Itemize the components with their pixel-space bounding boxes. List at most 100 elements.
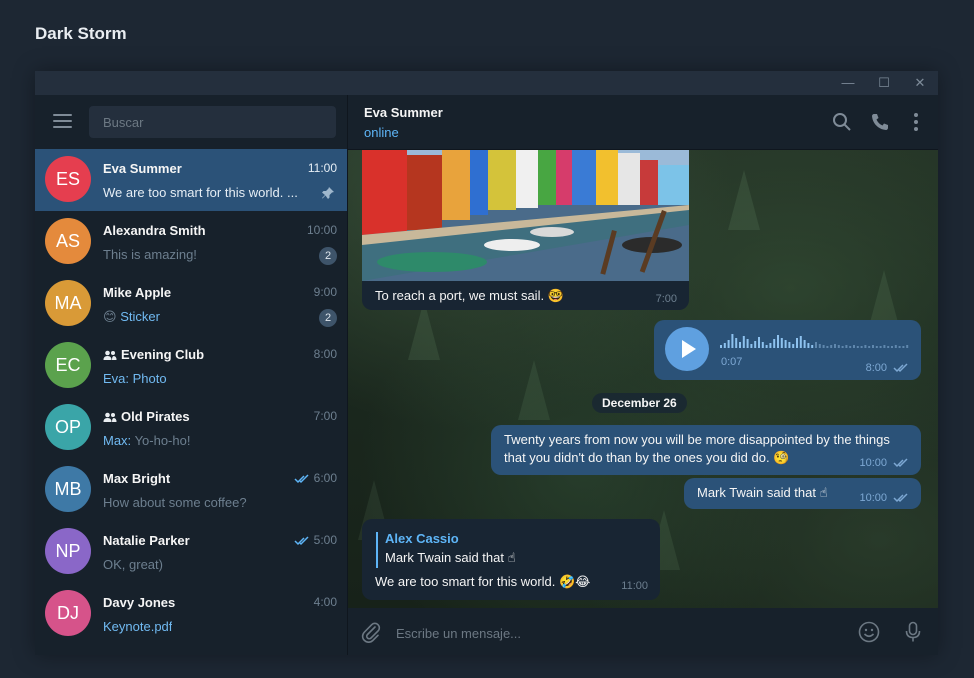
emoji-icon[interactable] <box>858 621 880 643</box>
waveform-bar <box>773 339 776 348</box>
waveform-bar <box>902 346 905 348</box>
more-options-icon[interactable] <box>906 112 926 132</box>
preview-media: Photo <box>132 371 167 386</box>
outgoing-message[interactable]: Mark Twain said that ☝ 10:00 <box>684 478 921 509</box>
sidebar-header <box>35 95 347 149</box>
waveform-bar <box>780 338 783 348</box>
chat-preview: How about some coffee? <box>103 495 247 510</box>
preview-text: This is amazing! <box>103 247 197 262</box>
date-separator: December 26 <box>592 393 687 413</box>
preview-sender: Max: <box>103 433 132 448</box>
chat-preview: Eva: Photo <box>103 371 167 386</box>
waveform-bar <box>875 346 878 348</box>
chat-item[interactable]: NP Natalie Parker 5:00 OK, great) <box>35 521 347 583</box>
preview-text: How about some coffee? <box>103 495 247 510</box>
waveform-bar <box>769 343 772 348</box>
chat-time-text: 6:00 <box>313 471 337 485</box>
avatar: MB <box>45 466 91 512</box>
chat-item[interactable]: OP Old Pirates 7:00 Max: Yo-ho-ho! <box>35 397 347 459</box>
waveform-bar <box>891 346 893 348</box>
attach-icon[interactable] <box>360 621 382 643</box>
waveform-bar <box>830 345 833 348</box>
waveform-bar <box>750 344 753 348</box>
double-check-icon <box>893 363 908 373</box>
chat-time: 8:00 <box>314 347 337 361</box>
chat-time: 4:00 <box>314 595 337 609</box>
chat-time-text: 7:00 <box>313 409 337 423</box>
double-check-icon <box>893 493 908 503</box>
double-check-icon <box>294 474 309 483</box>
chat-name: Eva Summer <box>103 161 182 176</box>
message-input[interactable] <box>394 620 838 646</box>
waveform-bar <box>731 334 734 348</box>
microphone-icon[interactable] <box>902 621 924 643</box>
preview-emoji: 😊 <box>103 309 117 324</box>
chat-preview: 😊 Sticker <box>103 309 160 325</box>
chat-list: ES Eva Summer 11:00 We are too smart for th… <box>35 149 347 645</box>
message-time: 10:00 <box>859 492 887 504</box>
incoming-reply-message[interactable]: Alex Cassio Mark Twain said that ☝ We ar… <box>362 519 660 600</box>
chat-name-text: Old Pirates <box>121 409 190 424</box>
chat-preview: This is amazing! <box>103 247 197 262</box>
waveform-bar <box>898 346 901 348</box>
outgoing-message[interactable]: Twenty years from now you will be more d… <box>491 425 921 475</box>
chat-item[interactable]: DJ Davy Jones 4:00 Keynote.pdf <box>35 583 347 645</box>
avatar: EC <box>45 342 91 388</box>
search-icon[interactable] <box>832 112 852 132</box>
chat-item[interactable]: MA Mike Apple 9:00 😊 Sticker 2 <box>35 273 347 335</box>
chat-item[interactable]: ES Eva Summer 11:00 We are too smart for th… <box>35 149 347 211</box>
waveform-bar <box>883 345 886 348</box>
waveform-bar <box>720 345 722 348</box>
waveform-bar <box>879 346 882 348</box>
waveform-bar <box>894 345 897 348</box>
close-button[interactable]: ✕ <box>902 71 938 95</box>
message-time: 7:00 <box>655 293 677 305</box>
chat-time: 11:00 <box>308 161 337 175</box>
chat-preview: OK, great) <box>103 557 163 572</box>
chat-name-text: Davy Jones <box>103 595 176 610</box>
app-title: Dark Storm <box>35 24 127 43</box>
chat-time-text: 4:00 <box>313 595 337 609</box>
title-bar: — ☐ ✕ <box>35 71 938 95</box>
message-time: 8:00 <box>865 362 887 374</box>
hamburger-menu-icon[interactable] <box>53 114 72 128</box>
voice-waveform[interactable] <box>720 330 910 350</box>
chat-name-text: Evening Club <box>121 347 205 362</box>
voice-message[interactable]: 0:07 8:00 <box>654 320 921 380</box>
minimize-button[interactable]: — <box>830 71 866 95</box>
chat-time-text: 10:00 <box>306 223 337 237</box>
waveform-bar <box>864 345 867 348</box>
chat-time: 10:00 <box>307 223 337 237</box>
waveform-bar <box>834 344 836 348</box>
chat-time-text: 9:00 <box>313 285 337 299</box>
phone-icon[interactable] <box>870 112 890 132</box>
play-button[interactable] <box>665 327 709 371</box>
waveform-bar <box>849 346 852 348</box>
peer-name[interactable]: Eva Summer <box>364 105 443 120</box>
reply-quote[interactable]: Mark Twain said that ☝ <box>385 549 516 567</box>
waveform-bar <box>811 345 814 348</box>
avatar: DJ <box>45 590 91 636</box>
message-text: We are too smart for this world. 🤣😂 <box>375 574 591 589</box>
maximize-button[interactable]: ☐ <box>866 71 902 95</box>
waveform-bar <box>742 336 745 348</box>
photo-caption: To reach a port, we must sail. 🤓 <box>375 288 564 303</box>
peer-status: online <box>364 125 399 140</box>
chat-item[interactable]: AS Alexandra Smith 10:00 This is amazing! 2 <box>35 211 347 273</box>
waveform-bar <box>818 344 821 348</box>
chat-preview: Keynote.pdf <box>103 619 172 634</box>
chat-item[interactable]: MB Max Bright 6:00 How about some coffee? <box>35 459 347 521</box>
chat-item[interactable]: EC Evening Club 8:00 Eva: Photo <box>35 335 347 397</box>
waveform-bar <box>803 340 806 348</box>
photo-burano-canal[interactable] <box>362 150 689 281</box>
avatar: OP <box>45 404 91 450</box>
reply-author[interactable]: Alex Cassio <box>385 531 459 546</box>
waveform-bar <box>841 346 844 348</box>
waveform-bar <box>799 336 802 348</box>
waveform-bar <box>792 344 795 348</box>
photo-message[interactable]: To reach a port, we must sail. 🤓 7:00 <box>362 150 689 310</box>
chat-name: Alexandra Smith <box>103 223 206 238</box>
chat-name: Natalie Parker <box>103 533 190 548</box>
search-input[interactable] <box>89 106 336 138</box>
chat-name-text: Mike Apple <box>103 285 172 300</box>
